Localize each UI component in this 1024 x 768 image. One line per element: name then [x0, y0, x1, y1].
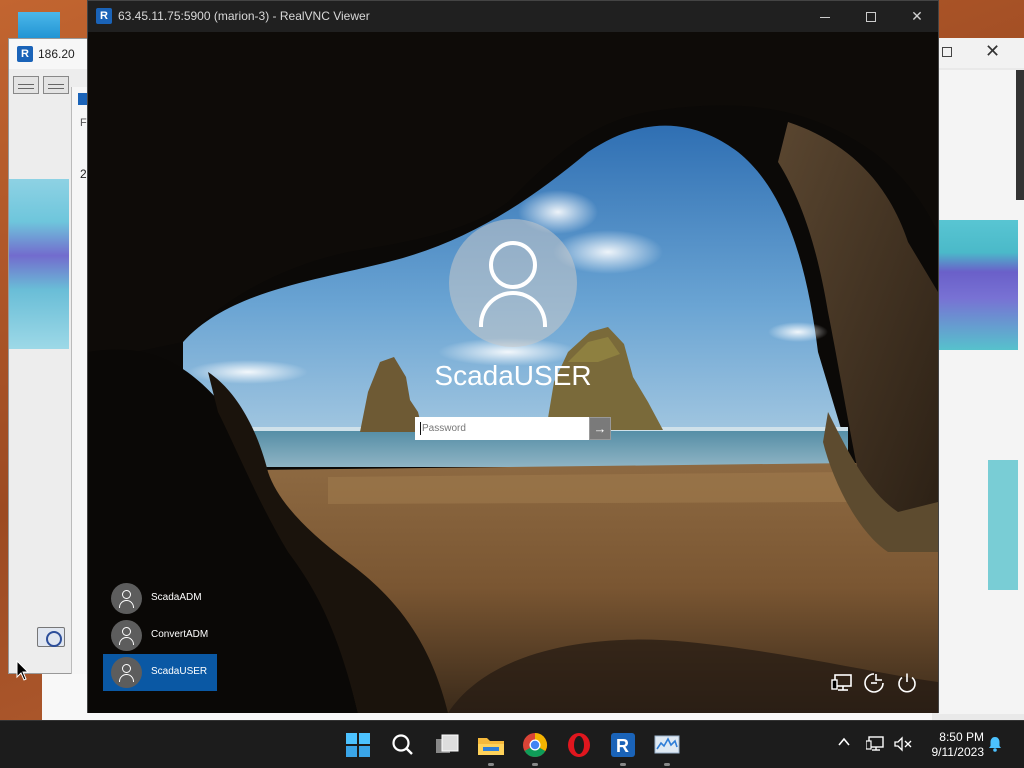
taskbar: R 8:50 PM 9/11/2023: [0, 720, 1024, 768]
user-item-scadauser[interactable]: ScadaUSER: [103, 654, 217, 691]
lock-screen-system-icons: [830, 671, 930, 697]
paint-stroke: [988, 460, 1018, 590]
close-icon[interactable]: ✕: [985, 41, 1000, 62]
toolbar-button[interactable]: [13, 76, 39, 94]
user-item-scadaadm[interactable]: ScadaADM: [103, 580, 217, 617]
lock-screen: ScadaUSER → ScadaADM ConvertADM ScadaUSE…: [88, 32, 938, 713]
user-avatar: [449, 219, 577, 347]
opera-button[interactable]: [563, 729, 595, 761]
notification-bell-icon[interactable]: [987, 735, 1003, 758]
opera-icon: [568, 733, 590, 757]
lock-screen-user-name: ScadaUSER: [434, 360, 592, 391]
search-icon: [392, 734, 413, 755]
search-button[interactable]: [387, 729, 419, 761]
maximize-button[interactable]: [848, 1, 894, 32]
clock-time: 8:50 PM: [939, 730, 984, 744]
file-explorer-button[interactable]: [475, 729, 507, 766]
realvnc-button[interactable]: R: [607, 729, 639, 766]
background-window-titlebar[interactable]: R 186.20: [9, 39, 93, 69]
realvnc-viewer-window[interactable]: R 63.45.11.75:5900 (marion-3) - RealVNC …: [87, 0, 939, 713]
task-view-icon: [436, 734, 459, 753]
user-switch-list: ScadaADM ConvertADM ScadaUSER: [103, 580, 217, 691]
minimize-icon: [820, 16, 830, 18]
user-avatar-icon: [111, 657, 142, 688]
maximize-icon[interactable]: [942, 47, 952, 57]
paint-stroke: [9, 179, 69, 349]
paint-stroke: [938, 220, 1018, 350]
network-icon[interactable]: [830, 671, 854, 695]
user-item-label: ScadaUSER: [151, 666, 208, 677]
user-item-label: ScadaADM: [151, 592, 202, 603]
remote-control-icon[interactable]: [37, 627, 65, 647]
svg-text:R: R: [616, 736, 629, 756]
background-window-right[interactable]: ✕: [930, 38, 1024, 720]
user-icon-head: [489, 241, 537, 289]
mouse-cursor-icon: [16, 660, 30, 681]
tray-network-icon[interactable]: [865, 735, 886, 758]
realvnc-icon: R: [611, 733, 635, 757]
user-avatar-icon: [111, 583, 142, 614]
background-window-left[interactable]: R 186.20 F 2 5: [8, 38, 93, 707]
power-icon[interactable]: [895, 671, 919, 695]
chrome-button[interactable]: [519, 729, 551, 766]
inner-text: 2: [80, 167, 87, 181]
realvnc-logo-icon: R: [17, 46, 33, 62]
close-button[interactable]: ✕: [894, 1, 940, 32]
minimize-button[interactable]: [802, 1, 848, 32]
user-item-label: ConvertADM: [151, 629, 209, 640]
task-view-button[interactable]: [431, 729, 463, 761]
background-window-content: [938, 70, 1024, 714]
password-form: →: [415, 417, 611, 440]
window-title: 186.20: [38, 47, 75, 61]
clock-date: 9/11/2023: [931, 745, 985, 759]
realvnc-logo-icon: R: [96, 8, 112, 24]
password-input[interactable]: [415, 417, 589, 440]
taskbar-clock[interactable]: 8:50 PM 9/11/2023: [918, 730, 985, 760]
accessibility-icon[interactable]: [862, 671, 886, 695]
chrome-icon: [523, 733, 548, 758]
user-avatar-icon: [111, 620, 142, 651]
tray-volume-muted-icon[interactable]: [893, 735, 913, 758]
close-icon: ✕: [911, 8, 923, 24]
inner-text: F: [80, 117, 87, 129]
monitor-icon: [654, 735, 680, 754]
start-button[interactable]: [342, 729, 374, 761]
file-explorer-icon: [478, 738, 504, 755]
user-icon-body: [479, 291, 547, 327]
toolbar-button[interactable]: [43, 76, 69, 94]
scrollbar[interactable]: [1016, 70, 1024, 200]
tray-chevron-icon[interactable]: [837, 735, 851, 752]
start-icon: [346, 733, 370, 757]
text-caret: [420, 422, 421, 435]
window-titlebar[interactable]: R 63.45.11.75:5900 (marion-3) - RealVNC …: [88, 1, 938, 32]
monitor-app-button[interactable]: [651, 729, 683, 766]
window-title: 63.45.11.75:5900 (marion-3) - RealVNC Vi…: [118, 9, 370, 23]
user-item-convertadm[interactable]: ConvertADM: [103, 617, 217, 654]
background-window-titlebar[interactable]: ✕: [930, 38, 1024, 68]
submit-arrow-button[interactable]: →: [589, 417, 611, 440]
maximize-icon: [866, 12, 876, 23]
